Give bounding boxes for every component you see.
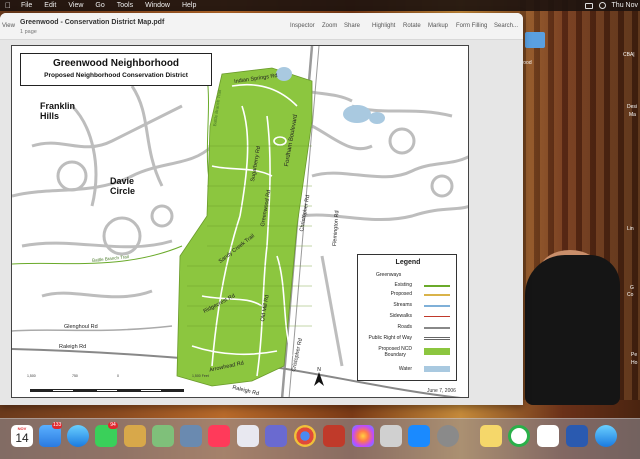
safari-icon[interactable] — [595, 425, 617, 447]
battery-icon[interactable] — [584, 2, 593, 9]
apple-icon[interactable]:  — [5, 1, 13, 10]
scale-label: 0 — [117, 374, 119, 378]
printer-icon[interactable] — [380, 425, 402, 447]
legend-row: Proposed NCD Boundary — [364, 346, 452, 360]
control-center-icon[interactable] — [598, 2, 606, 9]
menu-window[interactable]: Window — [145, 2, 170, 9]
desktop-item-label: Ho — [631, 360, 638, 366]
mail-badge: 133 — [52, 422, 63, 429]
menu-go[interactable]: Go — [95, 2, 104, 9]
view-button[interactable]: View — [2, 23, 15, 29]
legend-row: Sidewalks — [364, 313, 452, 321]
scale-label: 1,500 Feet — [192, 374, 209, 378]
document-title: Greenwood - Conservation District Map.pd… — [20, 19, 165, 26]
scale-label: 1,500 — [27, 374, 36, 378]
legend-row: Existing — [364, 282, 452, 290]
share-button[interactable]: Share — [344, 23, 360, 29]
safari-icon[interactable] — [67, 425, 89, 447]
map-date: June 7, 2006 — [427, 388, 456, 394]
form-filling-button[interactable]: Form Filling — [456, 23, 487, 29]
desktop-item-label: G — [630, 285, 634, 291]
desktop-item-label: Ma — [629, 112, 636, 118]
calendar-day: 14 — [15, 431, 29, 445]
pond — [276, 67, 292, 81]
legend-title: Legend — [395, 259, 421, 266]
music-icon[interactable] — [208, 425, 230, 447]
map-legend: Legend Greenways Existing Proposed Strea… — [357, 254, 457, 381]
legend-row: Streams — [364, 302, 452, 310]
legend-heading: Greenways — [376, 272, 402, 278]
contacts-icon[interactable] — [124, 425, 146, 447]
photos-icon[interactable] — [352, 425, 374, 447]
app-store-icon[interactable] — [408, 425, 430, 447]
desktop-item-label: CBA| — [623, 52, 635, 58]
menu-clock[interactable]: Thu Nov — [612, 2, 638, 9]
desktop-item-label: Desi — [627, 104, 638, 110]
map-title: Greenwood Neighborhood — [52, 58, 180, 69]
menu-tools[interactable]: Tools — [117, 2, 133, 9]
maps-icon[interactable] — [152, 425, 174, 447]
legend-row: Proposed — [364, 291, 452, 299]
search-field[interactable]: Search... — [494, 23, 518, 29]
zoom-button[interactable]: Zoom — [322, 23, 337, 29]
desktop-item-label: Pe — [631, 352, 638, 358]
legend-row: Roads — [364, 324, 452, 332]
news-icon[interactable] — [537, 425, 559, 447]
preview-icon[interactable] — [180, 425, 202, 447]
window-toolbar: View Greenwood - Conservation District M… — [0, 13, 523, 40]
map-page: Greenwood Neighborhood Proposed Neighbor… — [11, 45, 469, 398]
legend-row: Water — [364, 366, 452, 374]
notes-icon[interactable] — [480, 425, 502, 447]
menu-file[interactable]: File — [21, 2, 32, 9]
launchpad-icon[interactable] — [265, 425, 287, 447]
freeform-icon[interactable] — [237, 425, 259, 447]
place-label-davie-circle: Davie Circle — [110, 176, 136, 196]
rotate-button[interactable]: Rotate — [403, 23, 421, 29]
system-settings-icon[interactable] — [437, 425, 459, 447]
menu-help[interactable]: Help — [182, 2, 196, 9]
inspector-button[interactable]: Inspector — [290, 23, 315, 29]
svg-text:N: N — [317, 367, 321, 373]
legend-row: Public Right of Way — [364, 335, 452, 343]
map-title-box: Greenwood Neighborhood Proposed Neighbor… — [20, 53, 212, 86]
desktop-item-label: Lin — [627, 226, 634, 232]
map-subtitle: Proposed Neighborhood Conservation Distr… — [44, 72, 188, 79]
scale-bar — [30, 379, 210, 392]
menu-bar:  File Edit View Go Tools Window Help Th… — [0, 0, 640, 11]
person-photo-body — [525, 255, 620, 405]
menu-edit[interactable]: Edit — [44, 2, 56, 9]
north-arrow-icon: N — [314, 367, 324, 386]
place-label-franklin-hills: Franklin Hills — [40, 101, 76, 121]
preview-window: View Greenwood - Conservation District M… — [0, 13, 523, 405]
whatsapp-icon[interactable] — [508, 425, 530, 447]
pond — [343, 105, 371, 123]
desktop-folder-icon[interactable] — [525, 32, 545, 48]
desktop-item-label: Co — [627, 292, 634, 298]
scale-label: 750 — [72, 374, 78, 378]
messages-badge: 94 — [108, 422, 118, 429]
street-label: Glenghoul Rd — [64, 324, 98, 330]
markup-button[interactable]: Markup — [428, 23, 448, 29]
highlight-button[interactable]: Highlight — [372, 23, 395, 29]
document-area[interactable]: Greenwood Neighborhood Proposed Neighbor… — [0, 40, 523, 405]
chrome-icon[interactable] — [294, 425, 316, 447]
photo-booth-icon[interactable] — [323, 425, 345, 447]
document-page-count: 1 page — [20, 29, 37, 35]
menu-view[interactable]: View — [68, 2, 83, 9]
word-icon[interactable] — [566, 425, 588, 447]
street-label: Raleigh Rd — [59, 344, 87, 350]
